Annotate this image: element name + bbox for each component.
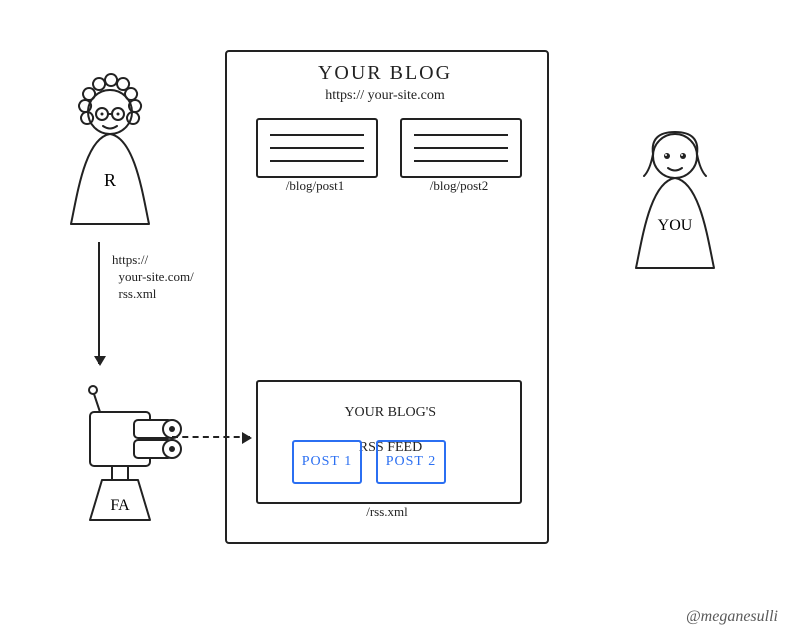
robot-label: FA (110, 497, 130, 514)
rss-feed-path: /rss.xml (256, 504, 518, 520)
arrow-reader-to-aggregator (98, 242, 100, 364)
blog-url: https:// your-site.com (225, 88, 545, 104)
you-label: YOU (658, 217, 693, 234)
you-figure: YOU (620, 120, 730, 280)
reader-initial: R (104, 170, 116, 190)
arrow-label-rss-url: https:// your-site.com/ rss.xml (112, 252, 232, 303)
blog-title: YOUR BLOG (225, 62, 545, 85)
feed-aggregator-robot: FA (60, 370, 180, 530)
blog-post-path: /blog/post1 (256, 178, 374, 194)
arrow-robot-to-rss (172, 436, 250, 438)
author-credit: @meganesulli (686, 608, 778, 626)
reader-figure: R (55, 76, 165, 236)
rss-feed-item: POST 2 (376, 440, 446, 484)
blog-post-card (400, 118, 522, 178)
blog-post-card (256, 118, 378, 178)
blog-post-path: /blog/post2 (400, 178, 518, 194)
rss-feed-item: POST 1 (292, 440, 362, 484)
